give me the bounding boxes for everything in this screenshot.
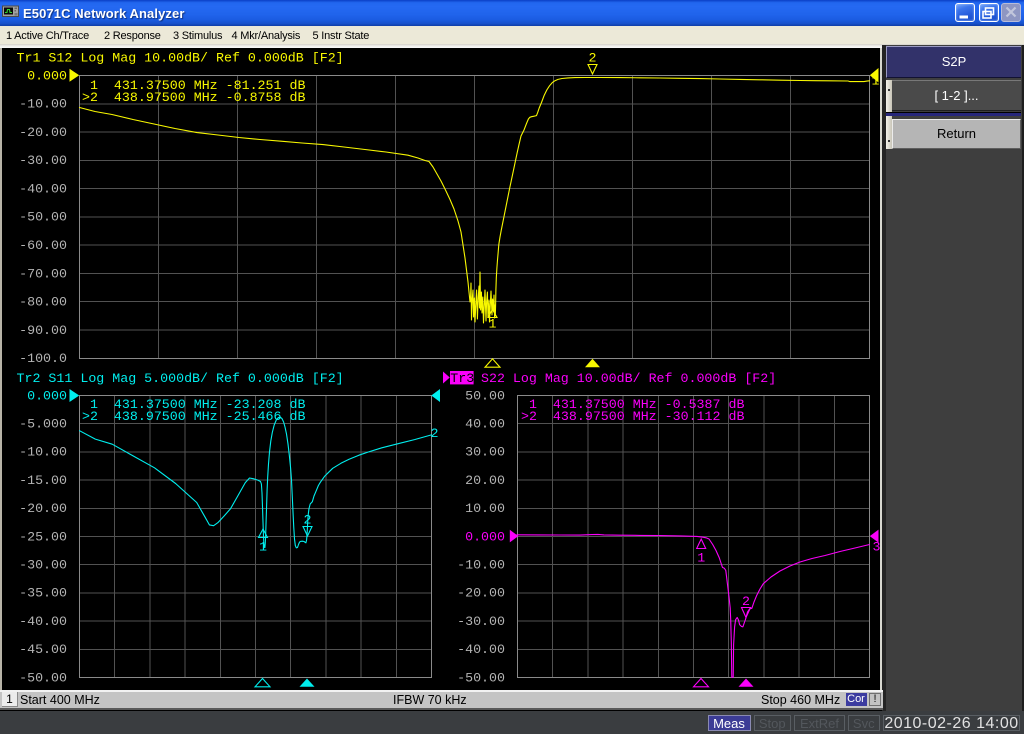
svg-text:-60.00: -60.00 [19, 238, 67, 253]
svg-text:-15.00: -15.00 [19, 473, 67, 488]
svg-text:-20.00: -20.00 [457, 586, 505, 601]
svg-text:30.00: 30.00 [465, 445, 505, 460]
svg-text:-10.00: -10.00 [457, 558, 505, 573]
svg-text:1: 1 [872, 74, 880, 89]
svg-text:-25.00: -25.00 [19, 529, 67, 544]
svg-text:0.000: 0.000 [27, 68, 67, 83]
svg-text:Tr2 S11 Log Mag 5.000dB/ Ref 0: Tr2 S11 Log Mag 5.000dB/ Ref 0.000dB [F2… [17, 371, 344, 386]
svg-text:-30.00: -30.00 [19, 153, 67, 168]
svg-text:50.00: 50.00 [465, 388, 505, 403]
svg-text:-5.000: -5.000 [19, 417, 67, 432]
svg-text:0.000: 0.000 [27, 388, 67, 403]
svg-text:-50.00: -50.00 [457, 670, 505, 685]
svg-text:-30.00: -30.00 [457, 614, 505, 629]
svg-text:-90.00: -90.00 [19, 323, 67, 338]
svg-text:1: 1 [697, 551, 705, 566]
svg-text:2: 2 [589, 51, 597, 66]
svg-text:Tr1 S12 Log Mag 10.00dB/ Ref 0: Tr1 S12 Log Mag 10.00dB/ Ref 0.000dB [F2… [17, 51, 344, 66]
svg-text:-100.0: -100.0 [19, 351, 67, 366]
svg-text:-20.00: -20.00 [19, 501, 67, 516]
svg-text:-40.00: -40.00 [457, 642, 505, 657]
svg-text:>2 438.97500 MHz -30.112 dB: >2 438.97500 MHz -30.112 dB [521, 409, 744, 424]
svg-text:1: 1 [259, 540, 267, 555]
svg-text:2: 2 [431, 426, 439, 441]
svg-text:-10.00: -10.00 [19, 445, 67, 460]
svg-text:-10.00: -10.00 [19, 97, 67, 112]
svg-text:10.00: 10.00 [465, 501, 505, 516]
svg-text:-20.00: -20.00 [19, 125, 67, 140]
svg-text:-45.00: -45.00 [19, 642, 67, 657]
svg-text:2: 2 [742, 594, 750, 609]
svg-text:-30.00: -30.00 [19, 558, 67, 573]
svg-text:>2 438.97500 MHz -25.466 dB: >2 438.97500 MHz -25.466 dB [82, 409, 305, 424]
svg-text:2: 2 [304, 513, 312, 528]
svg-text:1: 1 [489, 317, 497, 332]
svg-text:-80.00: -80.00 [19, 295, 67, 310]
svg-text:-40.00: -40.00 [19, 614, 67, 629]
svg-text:-35.00: -35.00 [19, 586, 67, 601]
svg-text:20.00: 20.00 [465, 473, 505, 488]
svg-text:0.000: 0.000 [465, 529, 505, 544]
svg-text:>2 438.97500 MHz -0.8758 dB: >2 438.97500 MHz -0.8758 dB [82, 90, 305, 105]
svg-text:-40.00: -40.00 [19, 181, 67, 196]
svg-text:40.00: 40.00 [465, 417, 505, 432]
svg-text:-70.00: -70.00 [19, 266, 67, 281]
svg-text:Tr3: Tr3 [450, 371, 474, 386]
svg-text:3: 3 [873, 540, 881, 555]
svg-text:-50.00: -50.00 [19, 210, 67, 225]
svg-text:S22 Log Mag 10.00dB/ Ref 0.000: S22 Log Mag 10.00dB/ Ref 0.000dB [F2] [481, 371, 776, 386]
svg-text:-50.00: -50.00 [19, 670, 67, 685]
